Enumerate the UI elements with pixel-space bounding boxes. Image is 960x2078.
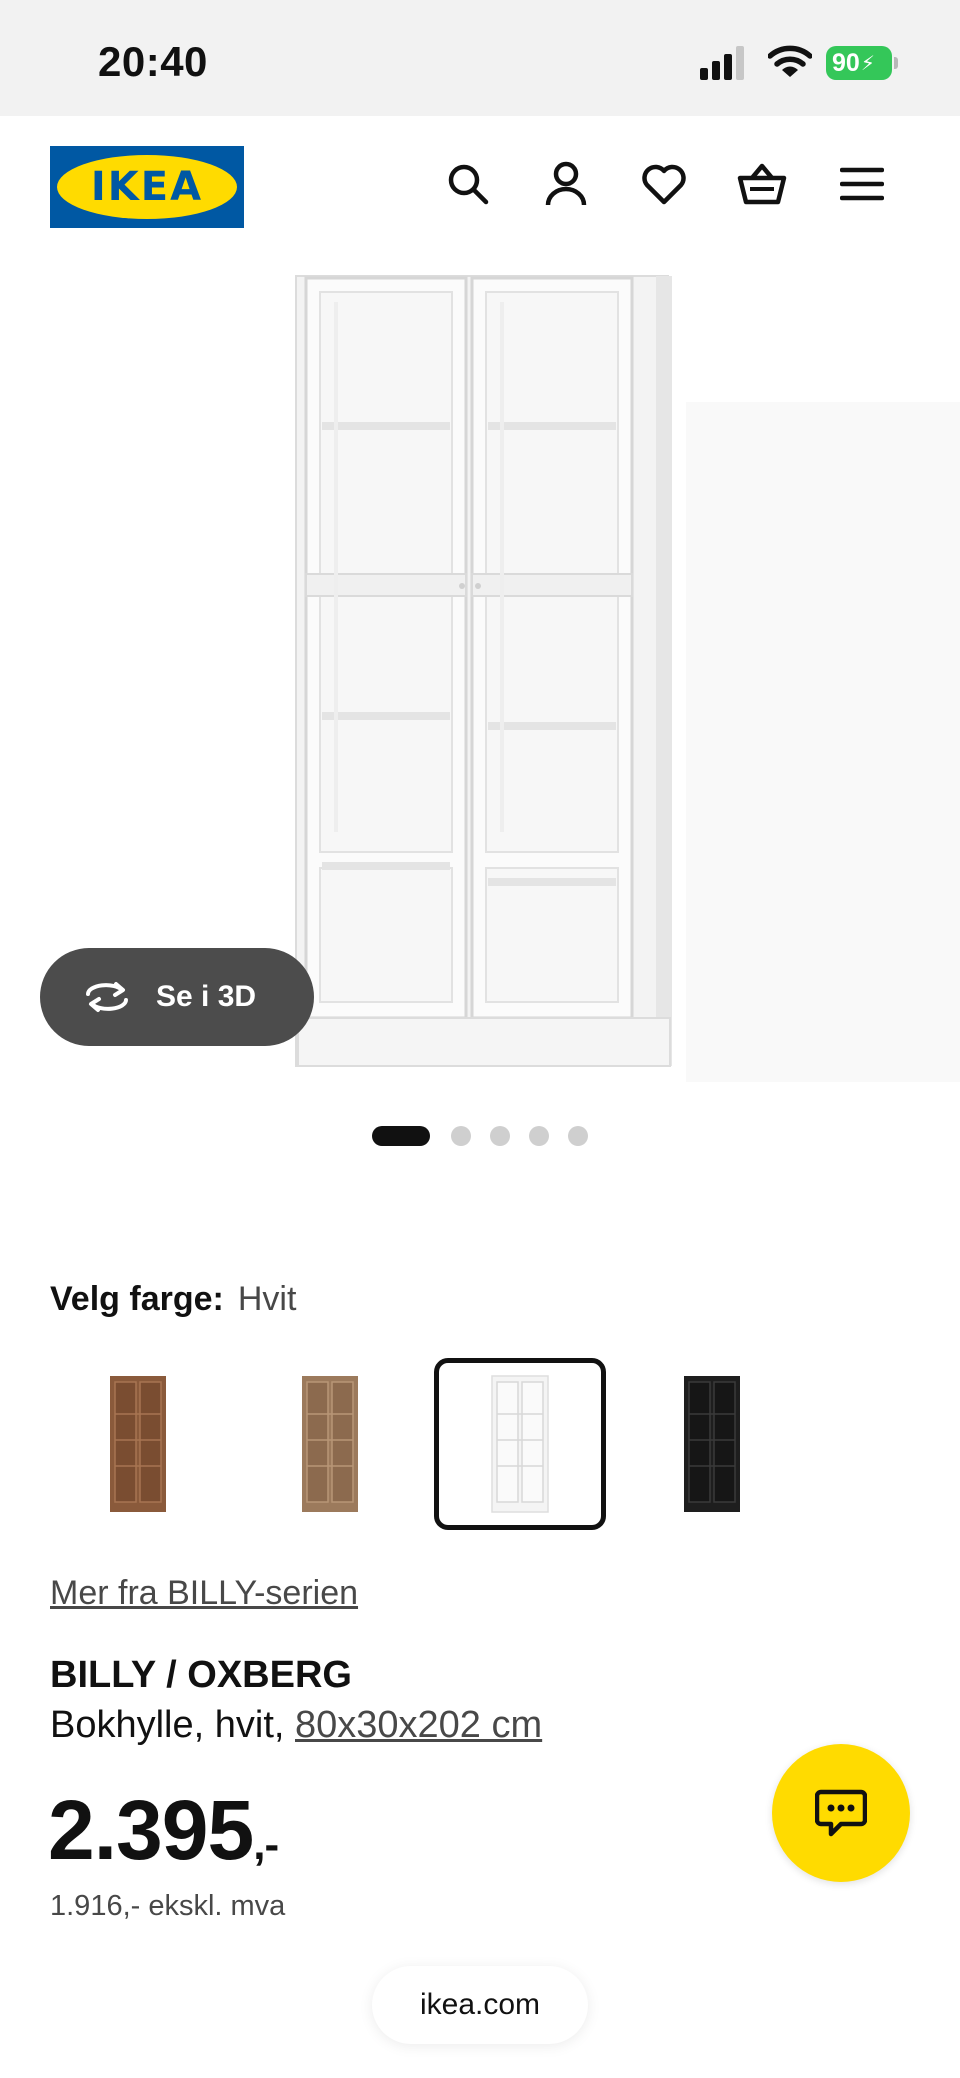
heart-icon xyxy=(642,164,686,205)
charging-icon: ⚡ xyxy=(860,52,875,75)
status-time: 20:40 xyxy=(98,38,208,85)
series-link[interactable]: Mer fra BILLY-serien xyxy=(50,1574,358,1613)
pagination-dot[interactable] xyxy=(568,1126,588,1146)
battery-tip xyxy=(894,57,898,69)
price-ex-vat: 1.916,- ekskl. mva xyxy=(50,1890,286,1922)
product-image[interactable] xyxy=(286,272,960,1092)
chat-button[interactable] xyxy=(772,1744,910,1882)
ikea-logo[interactable]: IKEA xyxy=(50,146,244,228)
wifi-icon xyxy=(768,45,812,77)
rotate-3d-icon xyxy=(86,982,128,1012)
bookcase-thumbnail xyxy=(684,1376,740,1512)
battery-indicator: 90 ⚡ xyxy=(826,46,892,80)
view-3d-button[interactable]: Se i 3D xyxy=(40,948,314,1046)
basket-icon xyxy=(737,163,787,205)
url-text: ikea.com xyxy=(419,1988,541,2021)
pagination-dot-active[interactable] xyxy=(372,1126,430,1146)
logo-text: IKEA xyxy=(90,164,204,210)
view-3d-label: Se i 3D xyxy=(156,980,257,1013)
product-type: Bokhylle, hvit, xyxy=(50,1704,295,1746)
price-value: 2.395 xyxy=(48,1783,254,1877)
product-price: 2.395,- xyxy=(48,1782,279,1879)
price-suffix: ,- xyxy=(253,1820,279,1869)
logo-oval: IKEA xyxy=(57,155,237,219)
gallery-pagination xyxy=(372,1126,607,1146)
cart-button[interactable] xyxy=(734,156,790,212)
color-swatch-brown[interactable] xyxy=(52,1358,224,1530)
product-name: BILLY / OXBERG xyxy=(50,1654,352,1696)
color-swatch-white[interactable] xyxy=(434,1358,606,1530)
status-bar: 20:40 90 ⚡ xyxy=(0,0,960,116)
search-button[interactable] xyxy=(440,156,496,212)
pagination-dot[interactable] xyxy=(490,1126,510,1146)
pagination-dot[interactable] xyxy=(451,1126,471,1146)
color-label: Velg farge: xyxy=(50,1280,224,1318)
chat-icon xyxy=(815,1789,867,1837)
selected-color: Hvit xyxy=(237,1280,297,1318)
color-swatch-black[interactable] xyxy=(626,1358,798,1530)
color-picker-header: Velg farge: Hvit xyxy=(50,1280,296,1319)
product-description: Bokhylle, hvit, 80x30x202 cm xyxy=(50,1704,542,1747)
favourites-button[interactable] xyxy=(636,156,692,212)
search-icon xyxy=(448,164,489,205)
bookcase-thumbnail xyxy=(302,1376,358,1512)
product-page: 20:40 90 ⚡ IKEA Se i 3D Velg farge: Hvit… xyxy=(0,0,960,2078)
signal-icon xyxy=(700,46,744,80)
profile-button[interactable] xyxy=(538,156,594,212)
browser-url-bar[interactable]: ikea.com xyxy=(372,1966,588,2044)
user-icon xyxy=(545,161,587,206)
menu-button[interactable] xyxy=(834,156,890,212)
product-dimensions-link[interactable]: 80x30x202 cm xyxy=(295,1704,542,1746)
battery-level: 90 xyxy=(832,48,860,77)
bookcase-thumbnail xyxy=(110,1376,166,1512)
menu-icon xyxy=(840,167,884,201)
bookcase-thumbnail xyxy=(491,1375,549,1513)
color-swatch-oak[interactable] xyxy=(244,1358,416,1530)
pagination-dot[interactable] xyxy=(529,1126,549,1146)
